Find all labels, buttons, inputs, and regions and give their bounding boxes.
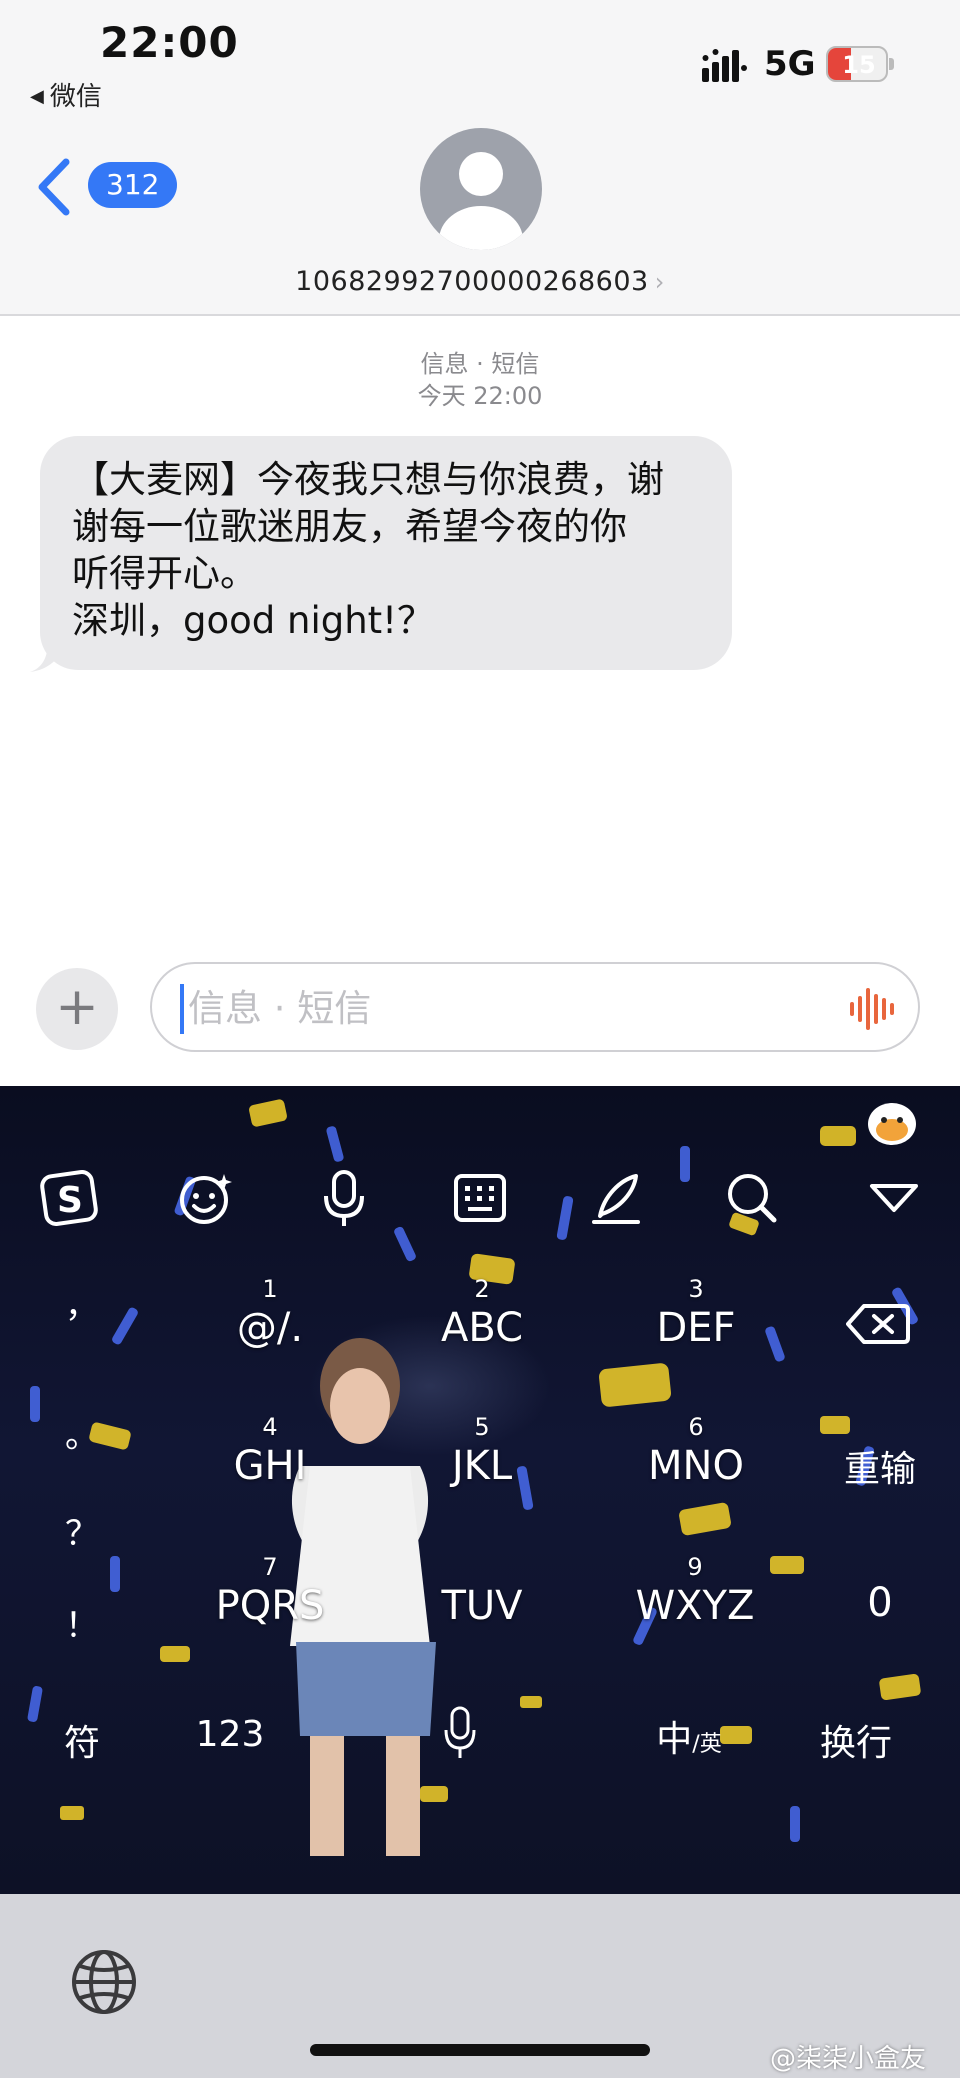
- battery-indicator: 15: [826, 46, 894, 82]
- delete-key-icon[interactable]: [846, 1302, 910, 1346]
- status-time: 22:00: [100, 18, 239, 67]
- microphone-icon[interactable]: [312, 1166, 376, 1230]
- message-time: 今天 22:00: [417, 382, 543, 410]
- handwriting-icon[interactable]: [584, 1166, 648, 1230]
- key-comma[interactable]: ，: [52, 1278, 112, 1327]
- message-line: 【大麦网】今夜我只想与你浪费，谢: [72, 458, 664, 501]
- key-8[interactable]: TUV: [422, 1552, 542, 1630]
- message-channel: 信息 · 短信: [420, 350, 540, 378]
- key-question[interactable]: ？: [52, 1506, 112, 1555]
- back-to-app-link[interactable]: ◀ 微信: [30, 76, 102, 113]
- key-7[interactable]: 7 PQRS: [200, 1552, 340, 1630]
- back-chevron-icon[interactable]: [36, 158, 72, 216]
- key-symbols[interactable]: 符: [52, 1714, 112, 1766]
- key-0[interactable]: 0: [850, 1580, 910, 1626]
- collapse-keyboard-icon[interactable]: [862, 1166, 926, 1230]
- conversation-header: 22:00 ◀ 微信 5G 15 312 10682992700000268603…: [0, 0, 960, 316]
- key-2[interactable]: 2 ABC: [422, 1274, 542, 1352]
- incoming-message-bubble[interactable]: 【大麦网】今夜我只想与你浪费，谢 谢每一位歌迷朋友，希望今夜的你 听得开心。 深…: [40, 436, 732, 670]
- keyboard-bottom-bar: @柒柒小盒友: [0, 1894, 960, 2078]
- sender-number-text: 10682992700000268603: [295, 266, 649, 297]
- key-newline[interactable]: 换行: [806, 1714, 906, 1766]
- sogou-logo-icon[interactable]: S: [38, 1166, 102, 1230]
- unread-count-badge[interactable]: 312: [88, 162, 178, 208]
- ime-keyboard: S ， 。 ？ ！ 1 @/. 2 ABC 3DEF 4 GHI 5 JKL 6…: [0, 1086, 960, 1894]
- mascot-icon[interactable]: [866, 1098, 918, 1146]
- contact-avatar[interactable]: [420, 128, 542, 250]
- message-line: 听得开心。: [72, 552, 257, 595]
- message-line: 深圳，good night!？: [72, 599, 435, 642]
- text-cursor: [180, 984, 184, 1034]
- key-9[interactable]: 9 WXYZ: [620, 1552, 770, 1630]
- globe-icon[interactable]: [70, 1948, 138, 2016]
- battery-percent: 15: [842, 51, 876, 79]
- key-5[interactable]: 5 JKL: [422, 1412, 542, 1490]
- key-4[interactable]: 4 GHI: [210, 1412, 330, 1490]
- add-attachment-button[interactable]: +: [36, 968, 118, 1050]
- key-numbers[interactable]: 123: [180, 1714, 280, 1755]
- key-period[interactable]: 。: [52, 1408, 112, 1457]
- key-6[interactable]: 6 MNO: [636, 1412, 756, 1490]
- back-app-label: 微信: [49, 82, 102, 112]
- lang-english: /英: [692, 1732, 722, 1757]
- key-exclamation[interactable]: ！: [52, 1598, 112, 1647]
- sender-number[interactable]: 10682992700000268603 ›: [0, 266, 960, 297]
- person-silhouette-icon: [439, 152, 523, 250]
- key-1[interactable]: 1 @/.: [210, 1274, 330, 1352]
- chevron-right-icon: ›: [654, 268, 665, 296]
- lang-chinese: 中: [656, 1719, 693, 1760]
- space-microphone-icon[interactable]: [440, 1704, 480, 1764]
- network-type: 5G: [764, 44, 816, 84]
- voice-waveform-icon[interactable]: [846, 986, 898, 1032]
- emoji-icon[interactable]: [174, 1166, 238, 1230]
- key-language-toggle[interactable]: 中/英: [644, 1710, 734, 1762]
- message-timestamp: 信息 · 短信 今天 22:00: [0, 348, 960, 412]
- search-icon[interactable]: [720, 1166, 784, 1230]
- svg-text:S: S: [57, 1180, 83, 1221]
- key-reinput[interactable]: 重输: [830, 1440, 930, 1492]
- keyboard-layout-icon[interactable]: [448, 1166, 512, 1230]
- key-3[interactable]: 3 DEF: [636, 1274, 756, 1352]
- back-triangle-icon: ◀: [30, 86, 44, 107]
- weibo-watermark: @柒柒小盒友: [770, 2044, 927, 2074]
- compose-field[interactable]: [150, 962, 920, 1052]
- message-input[interactable]: [188, 976, 788, 1040]
- message-line: 谢每一位歌迷朋友，希望今夜的你: [72, 505, 627, 548]
- home-indicator[interactable]: [310, 2044, 650, 2056]
- cellular-signal-icon: [702, 49, 747, 82]
